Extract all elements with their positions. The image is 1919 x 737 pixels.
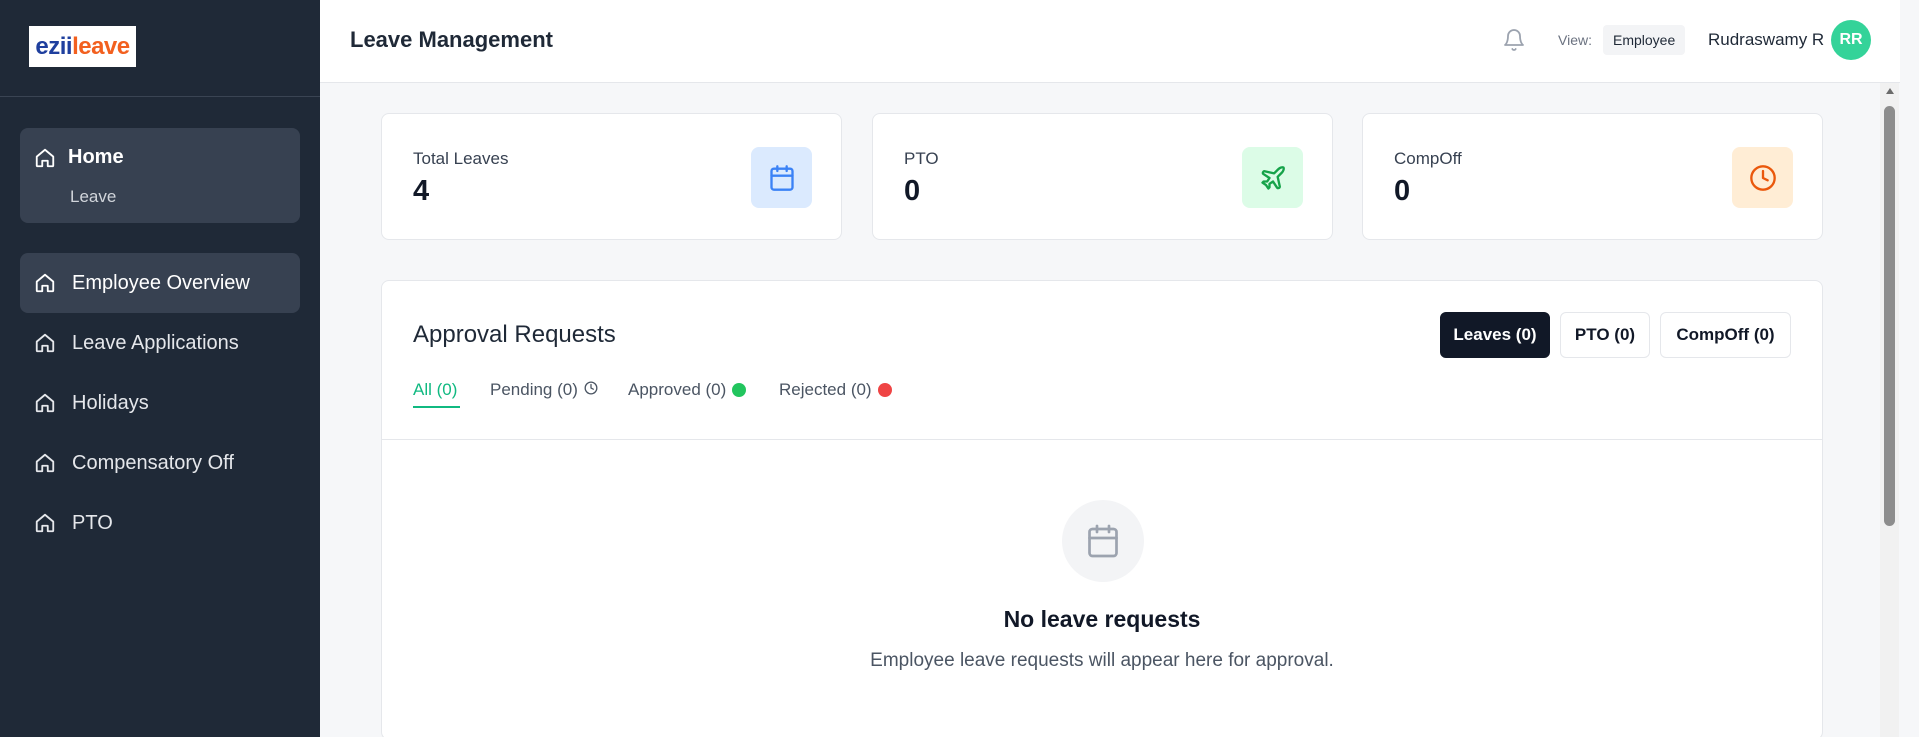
active-tab-underline (413, 406, 460, 408)
sidebar-item-home[interactable]: Home (68, 146, 124, 169)
empty-state-description: Employee leave requests will appear here… (870, 650, 1334, 671)
home-icon (34, 392, 56, 414)
stat-card-compoff: CompOff 0 (1362, 113, 1823, 240)
user-name[interactable]: Rudraswamy R (1708, 30, 1824, 50)
sidebar: ezii leave Home Leave Employee Overview L… (0, 0, 320, 737)
stat-label: CompOff (1394, 149, 1462, 168)
sidebar-item-pto[interactable]: PTO (20, 493, 300, 553)
empty-state-title: No leave requests (1003, 606, 1201, 632)
sidebar-item-label: Leave Applications (72, 331, 239, 354)
calendar-icon (751, 147, 812, 208)
view-label: View: (1558, 32, 1592, 48)
page-title: Leave Management (350, 27, 553, 52)
logo-text-ezii: ezii (35, 32, 73, 60)
sidebar-item-compensatory-off[interactable]: Compensatory Off (20, 433, 300, 493)
stat-label: Total Leaves (413, 149, 509, 168)
sidebar-item-label: PTO (72, 511, 113, 534)
logo-text-leave: leave (72, 32, 130, 60)
tab-approved[interactable]: Approved (0) (628, 380, 747, 400)
tab-label: All (0) (413, 380, 458, 399)
plane-icon (1242, 147, 1303, 208)
clock-icon (1732, 147, 1793, 208)
empty-state-calendar-icon (1062, 500, 1144, 582)
approval-requests-panel: Approval Requests Leaves (0) PTO (0) Com… (381, 280, 1823, 737)
tab-label: Rejected (0) (779, 380, 872, 399)
scroll-up-arrow-icon[interactable] (1886, 88, 1894, 94)
scrollbar-thumb[interactable] (1884, 106, 1895, 526)
top-header: Leave Management View: Employee Rudraswa… (320, 0, 1900, 83)
scrollbar[interactable] (1880, 83, 1899, 737)
sidebar-home-group[interactable]: Home Leave (20, 128, 300, 223)
sidebar-item-label: Compensatory Off (72, 451, 234, 474)
leaves-type-button[interactable]: Leaves (0) (1440, 312, 1550, 358)
sidebar-item-label: Employee Overview (72, 271, 250, 294)
logo-area: ezii leave (0, 0, 320, 97)
tab-pending[interactable]: Pending (0) (490, 380, 598, 400)
home-icon (34, 272, 56, 294)
stat-value: 0 (904, 175, 921, 207)
view-selector[interactable]: Employee (1603, 25, 1686, 55)
green-dot-icon (732, 383, 747, 397)
sidebar-item-holidays[interactable]: Holidays (20, 373, 300, 433)
sidebar-subitem-leave[interactable]: Leave (70, 187, 116, 207)
tab-label: Approved (0) (628, 380, 727, 399)
bell-icon[interactable] (1502, 26, 1526, 59)
red-dot-icon (877, 383, 892, 397)
panel-title: Approval Requests (413, 321, 616, 348)
tab-rejected[interactable]: Rejected (0) (779, 380, 892, 400)
tab-all[interactable]: All (0) (413, 380, 457, 400)
sidebar-item-employee-overview[interactable]: Employee Overview (20, 253, 300, 313)
home-icon (34, 452, 56, 474)
logo[interactable]: ezii leave (29, 26, 136, 67)
home-icon (34, 332, 56, 354)
sidebar-item-leave-applications[interactable]: Leave Applications (20, 313, 300, 373)
sidebar-item-label: Holidays (72, 391, 149, 414)
avatar[interactable]: RR (1831, 20, 1871, 60)
stat-label: PTO (904, 149, 939, 168)
clock-icon (584, 380, 598, 400)
stat-card-pto: PTO 0 (872, 113, 1333, 240)
pto-type-button[interactable]: PTO (0) (1560, 312, 1650, 358)
tab-label: Pending (0) (490, 380, 578, 399)
stat-value: 0 (1394, 175, 1411, 207)
home-icon (34, 147, 56, 169)
home-icon (34, 512, 56, 534)
divider (382, 439, 1822, 440)
stat-card-total-leaves: Total Leaves 4 (381, 113, 842, 240)
stat-value: 4 (413, 175, 430, 207)
compoff-type-button[interactable]: CompOff (0) (1660, 312, 1791, 358)
